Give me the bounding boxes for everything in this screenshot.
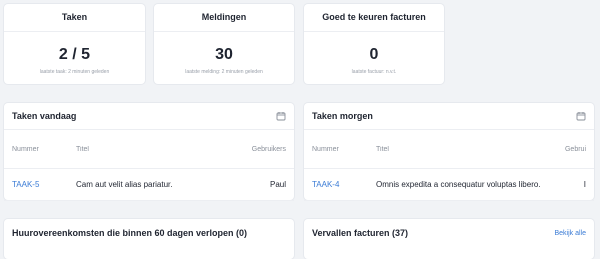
stat-card-notifications: Meldingen 30 laatste melding: 2 minuten … (154, 4, 294, 84)
panel-overdue-invoices: Vervallen facturen (37) Bekijk alle (304, 219, 594, 259)
task-title: Omnis expedita a consequatur voluptas li… (376, 180, 541, 189)
stat-title: Goed te keuren facturen (304, 4, 444, 32)
column-users: Gebrui (564, 145, 586, 153)
calendar-icon[interactable] (576, 111, 586, 121)
stat-title: Meldingen (154, 4, 294, 32)
view-all-link[interactable]: Bekijk alle (554, 230, 586, 237)
panel-title: Taken morgen (312, 111, 373, 121)
stat-value: 30 (215, 46, 233, 63)
column-title: Titel (76, 145, 89, 153)
stat-note: laatste factuur: n.v.t. (351, 69, 397, 75)
column-number: Nummer (12, 145, 39, 153)
panel-tasks-today: Taken vandaag Nummer Titel Gebruikers TA… (4, 103, 294, 201)
stat-value: 2 / 5 (58, 46, 91, 63)
column-number: Nummer (312, 145, 339, 153)
stat-card-invoices: Goed te keuren facturen 0 laatste factuu… (304, 4, 444, 84)
panel-title: Taken vandaag (12, 111, 77, 121)
panel-expiring-leases: Huurovereenkomsten die binnen 60 dagen v… (4, 219, 294, 259)
column-users: Gebruikers (251, 145, 286, 153)
stat-note: laatste taak: 2 minuten geleden (39, 69, 110, 75)
task-user: Paul (269, 180, 286, 189)
task-number-link[interactable]: TAAK-4 (312, 180, 376, 189)
panel-header: Taken morgen (304, 103, 594, 130)
panel-title: Huurovereenkomsten die binnen 60 dagen v… (12, 228, 248, 238)
task-number-link[interactable]: TAAK-5 (12, 180, 76, 189)
table-row[interactable]: TAAK-4 Omnis expedita a consequatur volu… (304, 169, 594, 201)
calendar-icon[interactable] (276, 111, 286, 121)
task-user: I (583, 180, 586, 189)
table-row[interactable]: TAAK-5 Cam aut velit alias pariatur. Pau… (4, 169, 294, 201)
stat-card-tasks: Taken 2 / 5 laatste taak: 2 minuten gele… (4, 4, 145, 84)
table-header: Nummer Titel Gebruikers (4, 130, 294, 169)
panel-header: Huurovereenkomsten die binnen 60 dagen v… (4, 219, 294, 247)
panel-header: Vervallen facturen (37) Bekijk alle (304, 219, 594, 247)
stat-note: laatste melding: 2 minuten geleden (185, 69, 263, 75)
stat-value: 0 (369, 46, 379, 63)
table-header: Nummer Titel Gebrui (304, 130, 594, 169)
panel-header: Taken vandaag (4, 103, 294, 130)
panel-title: Vervallen facturen (37) (312, 228, 409, 238)
panel-tasks-tomorrow: Taken morgen Nummer Titel Gebrui TAAK-4 … (304, 103, 594, 201)
column-title: Titel (376, 145, 389, 153)
task-title: Cam aut velit alias pariatur. (76, 180, 173, 189)
stat-title: Taken (4, 4, 145, 32)
